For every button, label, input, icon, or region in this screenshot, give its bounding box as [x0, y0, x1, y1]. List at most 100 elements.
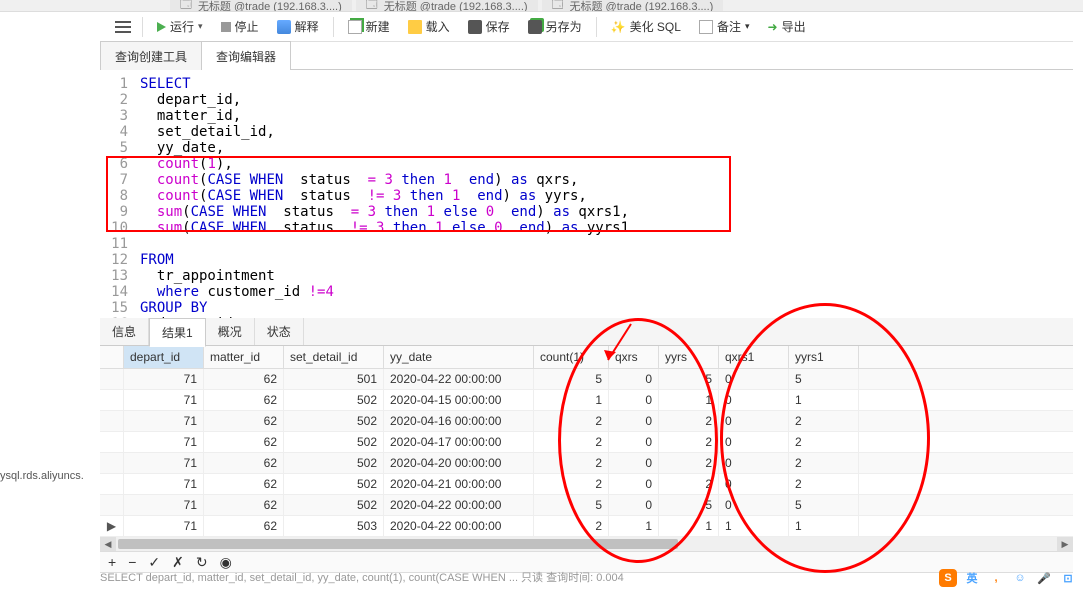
cell-count[interactable]: 2 [534, 516, 609, 536]
cell-qxrs[interactable]: 0 [609, 390, 659, 410]
table-row[interactable]: 71625022020-04-17 00:00:0020202 [100, 432, 1073, 453]
cell-yyrs[interactable]: 2 [659, 453, 719, 473]
cell-set[interactable]: 502 [284, 432, 384, 452]
cell-matter[interactable]: 62 [204, 411, 284, 431]
ime-voice-button[interactable]: 🎤 [1035, 569, 1053, 587]
cell-set[interactable]: 502 [284, 453, 384, 473]
ime-more-button[interactable]: ⊡ [1059, 569, 1077, 587]
code-content[interactable]: FROM [140, 252, 174, 268]
tab-status[interactable]: 状态 [255, 318, 304, 345]
cell-matter[interactable]: 62 [204, 390, 284, 410]
cell-matter[interactable]: 62 [204, 432, 284, 452]
window-tab[interactable]: 🗔无标题 @trade (192.168.3....) [170, 0, 352, 11]
table-row[interactable]: 71625022020-04-20 00:00:0020202 [100, 453, 1073, 474]
tab-overview[interactable]: 概况 [206, 318, 255, 345]
table-row[interactable]: ▶71625032020-04-22 00:00:0021111 [100, 516, 1073, 537]
save-button[interactable]: 保存 [460, 15, 518, 38]
stop-fetch-button[interactable]: ◉ [220, 554, 232, 571]
code-content[interactable]: GROUP BY [140, 300, 207, 316]
cell-date[interactable]: 2020-04-20 00:00:00 [384, 453, 534, 473]
cell-depart[interactable]: 71 [124, 390, 204, 410]
cell-yyrs1[interactable]: 2 [789, 453, 859, 473]
refresh-button[interactable]: ↻ [196, 554, 208, 571]
cell-depart[interactable]: 71 [124, 369, 204, 389]
code-content[interactable]: sum(CASE WHEN status = 3 then 1 else 0 e… [140, 204, 629, 220]
cell-set[interactable]: 501 [284, 369, 384, 389]
scroll-thumb[interactable] [118, 539, 678, 549]
scroll-left-button[interactable]: ◀ [100, 537, 116, 551]
cell-matter[interactable]: 62 [204, 453, 284, 473]
cell-date[interactable]: 2020-04-22 00:00:00 [384, 516, 534, 536]
cell-set[interactable]: 503 [284, 516, 384, 536]
ime-lang-toggle[interactable]: 英 [963, 569, 981, 587]
cell-qxrs[interactable]: 1 [609, 516, 659, 536]
col-set-detail-id[interactable]: set_detail_id [284, 346, 384, 368]
cell-qxrs1[interactable]: 0 [719, 369, 789, 389]
cell-date[interactable]: 2020-04-21 00:00:00 [384, 474, 534, 494]
col-matter-id[interactable]: matter_id [204, 346, 284, 368]
cell-date[interactable]: 2020-04-15 00:00:00 [384, 390, 534, 410]
cell-yyrs[interactable]: 2 [659, 411, 719, 431]
cell-qxrs[interactable]: 0 [609, 411, 659, 431]
cell-date[interactable]: 2020-04-16 00:00:00 [384, 411, 534, 431]
beautify-button[interactable]: ✨美化 SQL [603, 15, 689, 38]
ime-punct-toggle[interactable]: , [987, 569, 1005, 587]
confirm-button[interactable]: ✓ [148, 554, 160, 571]
col-depart-id[interactable]: depart_id [124, 346, 204, 368]
cell-qxrs1[interactable]: 0 [719, 432, 789, 452]
table-row[interactable]: 71625022020-04-16 00:00:0020202 [100, 411, 1073, 432]
cell-date[interactable]: 2020-04-22 00:00:00 [384, 495, 534, 515]
sql-editor[interactable]: 1SELECT2 depart_id,3 matter_id,4 set_det… [100, 70, 1073, 318]
saveas-button[interactable]: 另存为 [520, 15, 590, 38]
cell-set[interactable]: 502 [284, 474, 384, 494]
table-row[interactable]: 71625022020-04-21 00:00:0020202 [100, 474, 1073, 495]
cell-count[interactable]: 2 [534, 474, 609, 494]
cell-set[interactable]: 502 [284, 495, 384, 515]
cell-yyrs1[interactable]: 5 [789, 369, 859, 389]
code-content[interactable]: tr_appointment [140, 268, 275, 284]
cell-depart[interactable]: 71 [124, 516, 204, 536]
cell-matter[interactable]: 62 [204, 369, 284, 389]
cell-count[interactable]: 5 [534, 495, 609, 515]
ime-emoji-button[interactable]: ☺ [1011, 569, 1029, 587]
cell-depart[interactable]: 71 [124, 411, 204, 431]
cell-depart[interactable]: 71 [124, 432, 204, 452]
cell-yyrs[interactable]: 1 [659, 390, 719, 410]
cell-count[interactable]: 5 [534, 369, 609, 389]
cell-qxrs1[interactable]: 0 [719, 411, 789, 431]
window-tab[interactable]: 🗔无标题 @trade (192.168.3....) [356, 0, 538, 11]
code-content[interactable]: matter_id, [140, 108, 241, 124]
cell-matter[interactable]: 62 [204, 516, 284, 536]
cancel-button[interactable]: ✗ [172, 554, 184, 571]
cell-qxrs[interactable]: 0 [609, 432, 659, 452]
cell-matter[interactable]: 62 [204, 495, 284, 515]
table-row[interactable]: 71625022020-04-22 00:00:0050505 [100, 495, 1073, 516]
col-qxrs1[interactable]: qxrs1 [719, 346, 789, 368]
cell-yyrs1[interactable]: 2 [789, 432, 859, 452]
add-row-button[interactable]: + [108, 554, 116, 570]
cell-date[interactable]: 2020-04-22 00:00:00 [384, 369, 534, 389]
cell-qxrs1[interactable]: 0 [719, 390, 789, 410]
cell-date[interactable]: 2020-04-17 00:00:00 [384, 432, 534, 452]
export-button[interactable]: ➜导出 [760, 15, 814, 38]
code-content[interactable]: where customer_id !=4 [140, 284, 334, 300]
table-row[interactable]: 71625022020-04-15 00:00:0010101 [100, 390, 1073, 411]
code-content[interactable]: sum(CASE WHEN status != 3 then 1 else 0 … [140, 220, 629, 236]
cell-depart[interactable]: 71 [124, 474, 204, 494]
note-button[interactable]: 备注▾ [691, 15, 758, 38]
cell-yyrs[interactable]: 5 [659, 369, 719, 389]
cell-matter[interactable]: 62 [204, 474, 284, 494]
code-content[interactable]: set_detail_id, [140, 124, 275, 140]
scroll-track[interactable] [116, 537, 1057, 551]
cell-qxrs[interactable]: 0 [609, 474, 659, 494]
cell-qxrs1[interactable]: 0 [719, 495, 789, 515]
window-tab[interactable]: 🗔无标题 @trade (192.168.3....) [542, 0, 724, 11]
tab-result1[interactable]: 结果1 [149, 318, 206, 347]
col-yyrs[interactable]: yyrs [659, 346, 719, 368]
cell-yyrs[interactable]: 5 [659, 495, 719, 515]
load-button[interactable]: 载入 [400, 15, 458, 38]
stop-button[interactable]: 停止 [213, 15, 267, 38]
code-content[interactable]: count(CASE WHEN status != 3 then 1 end) … [140, 188, 587, 204]
cell-set[interactable]: 502 [284, 390, 384, 410]
col-qxrs[interactable]: qxrs [609, 346, 659, 368]
